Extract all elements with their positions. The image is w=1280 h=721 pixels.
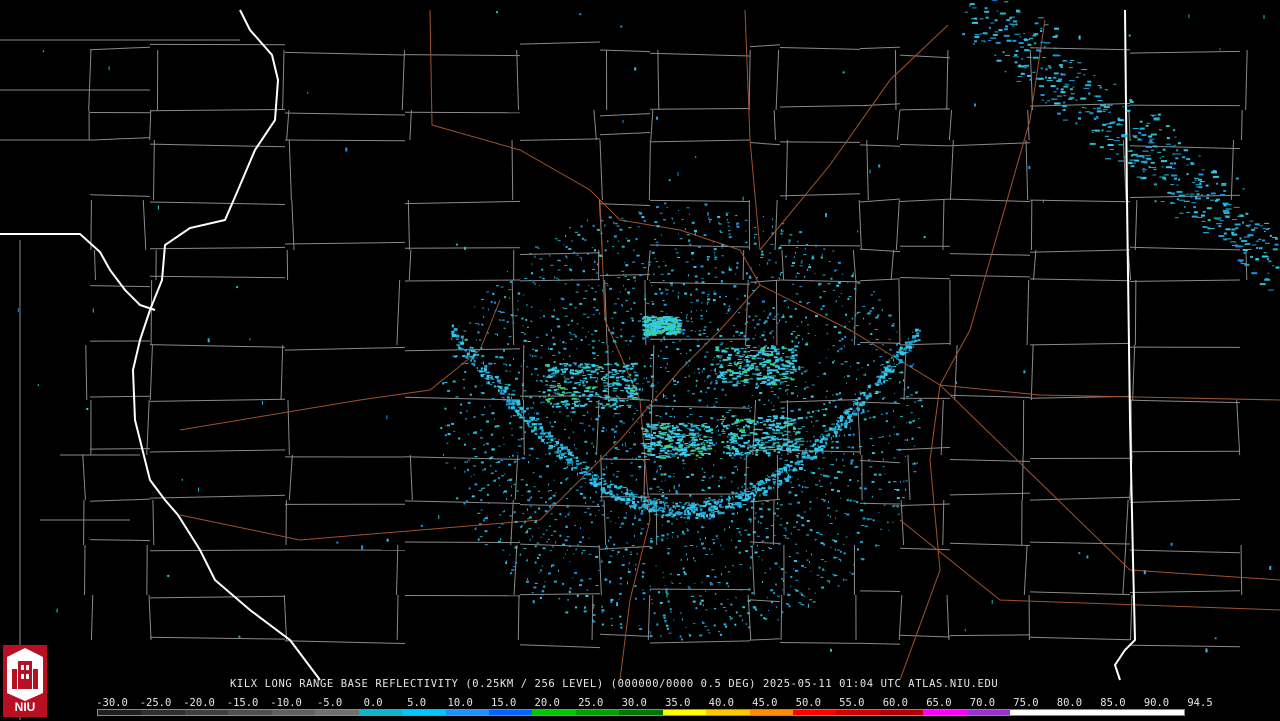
colorbar-segment bbox=[793, 710, 836, 715]
scale-label: -15.0 bbox=[227, 697, 259, 709]
colorbar-segment bbox=[228, 710, 271, 715]
colorbar-segment bbox=[923, 710, 966, 715]
colorbar-segment bbox=[1054, 710, 1097, 715]
niu-logo-text: NIU bbox=[6, 700, 44, 714]
reflectivity-colorbar bbox=[97, 709, 1185, 716]
scale-label: -30.0 bbox=[96, 697, 128, 709]
colorbar-segment bbox=[359, 710, 402, 715]
colorbar-segment bbox=[315, 710, 358, 715]
scale-label: 15.0 bbox=[491, 697, 516, 709]
scale-label: 40.0 bbox=[709, 697, 734, 709]
colorbar-segment bbox=[532, 710, 575, 715]
colorbar-segment bbox=[98, 710, 141, 715]
scale-label: 25.0 bbox=[578, 697, 603, 709]
colorbar-segment bbox=[446, 710, 489, 715]
scale-label: 85.0 bbox=[1100, 697, 1125, 709]
colorbar-segment bbox=[750, 710, 793, 715]
colorbar-segment bbox=[1010, 710, 1053, 715]
radar-map bbox=[0, 0, 1280, 720]
colorbar-segment bbox=[619, 710, 662, 715]
colorbar-segment bbox=[836, 710, 879, 715]
scale-label: 60.0 bbox=[883, 697, 908, 709]
scale-label: 30.0 bbox=[622, 697, 647, 709]
colorbar-segment bbox=[706, 710, 749, 715]
scale-label: 45.0 bbox=[752, 697, 777, 709]
colorbar-segment bbox=[1141, 710, 1184, 715]
colorbar-segment bbox=[576, 710, 619, 715]
colorbar-segment bbox=[967, 710, 1010, 715]
colorbar-segment bbox=[272, 710, 315, 715]
scale-label: 75.0 bbox=[1013, 697, 1038, 709]
scale-label: 55.0 bbox=[839, 697, 864, 709]
scale-label: 0.0 bbox=[364, 697, 383, 709]
scale-label: -5.0 bbox=[317, 697, 342, 709]
scale-label: 90.0 bbox=[1144, 697, 1169, 709]
colorbar-segment bbox=[402, 710, 445, 715]
scale-label: -20.0 bbox=[183, 697, 215, 709]
scale-label: 65.0 bbox=[926, 697, 951, 709]
reflectivity-scale-labels: -30.0 -25.0 -20.0 -15.0 -10.0 -5.0 0.0 5.0 10.0 1… bbox=[94, 697, 1194, 709]
colorbar-segment bbox=[185, 710, 228, 715]
product-caption: KILX LONG RANGE BASE REFLECTIVITY (0.25K… bbox=[230, 678, 998, 690]
scale-label: 10.0 bbox=[448, 697, 473, 709]
scale-label: 70.0 bbox=[970, 697, 995, 709]
scale-label: 20.0 bbox=[535, 697, 560, 709]
scale-label: 5.0 bbox=[407, 697, 426, 709]
scale-label: 35.0 bbox=[665, 697, 690, 709]
scale-label: -25.0 bbox=[140, 697, 172, 709]
scale-label: 50.0 bbox=[796, 697, 821, 709]
colorbar-segment bbox=[880, 710, 923, 715]
colorbar-segment bbox=[141, 710, 184, 715]
colorbar-segment bbox=[663, 710, 706, 715]
scale-label: -10.0 bbox=[270, 697, 302, 709]
colorbar-segment bbox=[489, 710, 532, 715]
scale-label: 80.0 bbox=[1057, 697, 1082, 709]
colorbar-segment bbox=[1097, 710, 1140, 715]
scale-label: 94.5 bbox=[1187, 697, 1212, 709]
